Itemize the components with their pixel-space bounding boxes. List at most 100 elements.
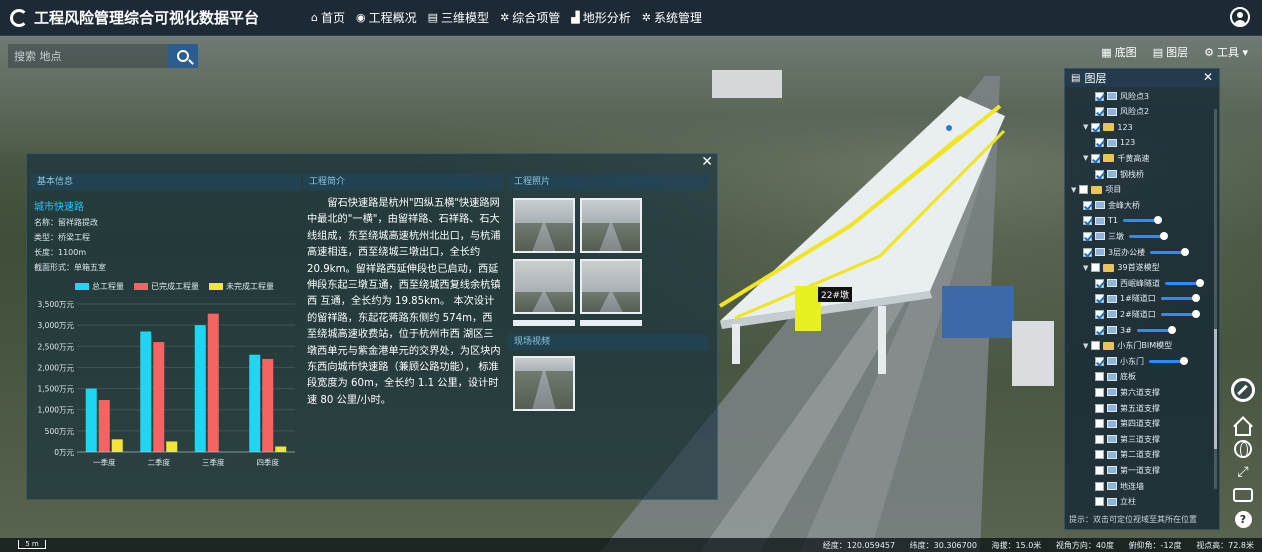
layer-checkbox[interactable] <box>1095 138 1104 148</box>
compass-icon[interactable] <box>1231 378 1255 402</box>
bar[interactable] <box>207 313 219 452</box>
layer-row[interactable]: 1#隧道口 <box>1095 292 1200 306</box>
layer-checkbox[interactable] <box>1095 372 1104 382</box>
layer-row[interactable]: 第一道支撑 <box>1095 463 1160 477</box>
layer-row[interactable]: 2#隧道口 <box>1095 307 1200 321</box>
layer-row[interactable]: 第二道支撑 <box>1095 448 1160 462</box>
layer-row[interactable]: 地连墙 <box>1095 479 1144 493</box>
search-input[interactable] <box>8 44 168 68</box>
layer-row[interactable]: 钢栈桥 <box>1095 167 1144 181</box>
expand-arrow-icon[interactable]: ▼ <box>1083 154 1088 162</box>
opacity-slider[interactable] <box>1136 325 1176 334</box>
layer-checkbox[interactable] <box>1083 247 1092 257</box>
expand-arrow-icon[interactable]: ▼ <box>1083 264 1088 272</box>
bar[interactable] <box>194 325 206 452</box>
layer-row[interactable]: ▼ 小东门BIM模型 <box>1083 339 1172 353</box>
layer-row[interactable]: ▼ 123 <box>1083 120 1133 134</box>
layer-row[interactable]: 金峰大桥 <box>1083 198 1140 212</box>
layer-row[interactable]: 小东门 <box>1095 354 1188 368</box>
legend-item[interactable]: 总工程量 <box>75 281 124 292</box>
basemap-button[interactable]: ▦ 底图 <box>1101 44 1136 60</box>
layer-row[interactable]: ▼ 项目 <box>1071 183 1121 197</box>
opacity-slider[interactable] <box>1165 278 1204 287</box>
close-icon[interactable]: ✕ <box>1203 70 1213 84</box>
layer-checkbox[interactable] <box>1095 387 1104 397</box>
bar[interactable] <box>111 439 123 452</box>
layer-row[interactable]: ▼ 39首遂模型 <box>1083 261 1160 275</box>
layer-row[interactable]: 风险点2 <box>1095 105 1149 119</box>
layers-button[interactable]: ▤ 图层 <box>1153 44 1188 60</box>
layer-row[interactable]: 3# <box>1095 323 1176 337</box>
expand-arrow-icon[interactable]: ▼ <box>1083 123 1088 131</box>
layer-checkbox[interactable] <box>1095 107 1104 117</box>
layer-checkbox[interactable] <box>1091 341 1101 351</box>
layer-checkbox[interactable] <box>1095 356 1104 366</box>
layer-row[interactable]: 三墩 <box>1083 229 1168 243</box>
vr-icon[interactable] <box>1232 484 1254 506</box>
fullscreen-icon[interactable]: ⤢ <box>1232 461 1254 483</box>
layer-checkbox[interactable] <box>1095 481 1104 491</box>
bar[interactable] <box>262 358 274 452</box>
layer-checkbox[interactable] <box>1095 309 1104 319</box>
user-avatar-icon[interactable] <box>1230 7 1250 27</box>
photo-thumbnail[interactable] <box>513 198 575 253</box>
opacity-slider[interactable] <box>1122 216 1162 225</box>
globe-icon[interactable] <box>1232 438 1254 460</box>
layer-checkbox[interactable] <box>1095 497 1104 507</box>
layer-row[interactable]: 风险点3 <box>1095 89 1149 103</box>
layer-checkbox[interactable] <box>1083 216 1092 226</box>
bar[interactable] <box>153 342 165 452</box>
nav-overview[interactable]: ◉ 工程概况 <box>356 9 417 26</box>
project-category-link[interactable]: 城市快速路 <box>34 198 301 213</box>
layer-row[interactable]: 123 <box>1095 136 1135 150</box>
opacity-slider[interactable] <box>1160 294 1200 303</box>
layer-checkbox[interactable] <box>1095 465 1104 475</box>
layer-checkbox[interactable] <box>1095 325 1104 335</box>
layer-checkbox[interactable] <box>1095 278 1104 288</box>
legend-item[interactable]: 未完成工程量 <box>209 281 274 292</box>
expand-arrow-icon[interactable]: ▼ <box>1071 186 1076 194</box>
layer-checkbox[interactable] <box>1095 91 1104 101</box>
photo-thumbnail[interactable] <box>513 259 575 314</box>
layer-row[interactable]: 第五道支撑 <box>1095 401 1160 415</box>
bar[interactable] <box>249 354 261 452</box>
layer-checkbox[interactable] <box>1083 200 1092 210</box>
bar[interactable] <box>275 446 287 452</box>
layer-checkbox[interactable] <box>1079 185 1089 195</box>
close-icon[interactable]: ✕ <box>701 154 713 170</box>
photo-thumbnail[interactable] <box>580 198 642 253</box>
layer-row[interactable]: 第三道支撑 <box>1095 432 1160 446</box>
layer-checkbox[interactable] <box>1095 434 1104 444</box>
location-marker[interactable] <box>946 125 952 131</box>
expand-arrow-icon[interactable]: ▼ <box>1083 342 1088 350</box>
bar[interactable] <box>85 388 97 452</box>
nav-home[interactable]: ⌂ 首页 <box>311 9 345 26</box>
help-icon[interactable] <box>1232 508 1254 530</box>
layer-row[interactable]: 西岷峰隧道 <box>1095 276 1204 290</box>
layer-row[interactable]: 第四道支撑 <box>1095 417 1160 431</box>
layer-scrollbar[interactable] <box>1214 109 1217 489</box>
legend-item[interactable]: 已完成工程量 <box>134 281 199 292</box>
opacity-slider[interactable] <box>1149 356 1188 365</box>
bar[interactable] <box>140 331 152 452</box>
opacity-slider[interactable] <box>1160 309 1200 318</box>
video-thumbnail[interactable] <box>513 356 575 411</box>
layer-row[interactable]: 第六道支撑 <box>1095 385 1160 399</box>
nav-system[interactable]: ✲ 系统管理 <box>642 9 702 26</box>
layer-checkbox[interactable] <box>1095 169 1104 179</box>
bar[interactable] <box>166 441 178 452</box>
nav-management[interactable]: ✲ 综合项管 <box>500 9 560 26</box>
tools-button[interactable]: ⚙ 工具 ▾ <box>1204 44 1248 60</box>
layer-row[interactable]: ▼ 千黄高速 <box>1083 151 1149 165</box>
layer-checkbox[interactable] <box>1095 419 1104 429</box>
photo-thumbnail[interactable] <box>580 320 642 326</box>
photo-thumbnail[interactable] <box>513 320 575 326</box>
layer-row[interactable]: 立柱 <box>1095 495 1136 509</box>
layer-checkbox[interactable] <box>1091 263 1101 273</box>
layer-checkbox[interactable] <box>1091 153 1101 163</box>
layer-checkbox[interactable] <box>1083 231 1092 241</box>
opacity-slider[interactable] <box>1150 247 1190 256</box>
layer-checkbox[interactable] <box>1095 294 1104 304</box>
photo-thumbnail[interactable] <box>580 259 642 314</box>
nav-terrain[interactable]: ▟ 地形分析 <box>571 9 630 26</box>
